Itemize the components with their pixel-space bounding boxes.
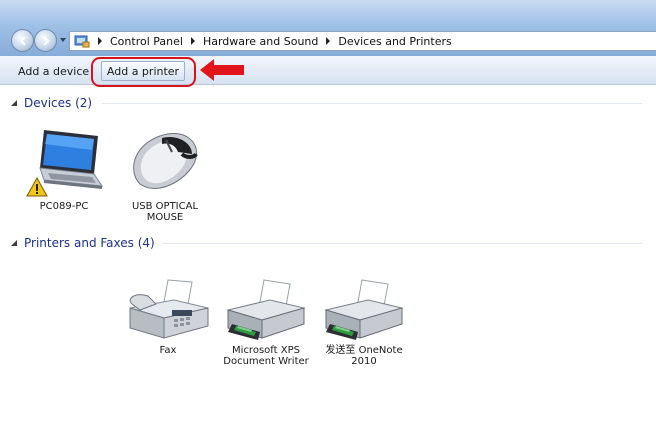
- group-divider: [102, 103, 642, 104]
- breadcrumb-separator-icon[interactable]: [93, 35, 107, 47]
- collapse-triangle-icon[interactable]: [10, 239, 18, 247]
- printer-item-onenote[interactable]: 发送至 OneNote 2010: [318, 278, 410, 367]
- device-label: PC089-PC: [39, 201, 89, 212]
- printer-item-xps[interactable]: Microsoft XPS Document Writer: [220, 278, 312, 367]
- back-button[interactable]: [11, 29, 34, 52]
- control-panel-icon: [74, 35, 90, 48]
- annotation-highlight-box: [91, 57, 196, 87]
- printer-label: 发送至 OneNote 2010: [325, 345, 403, 367]
- printer-icon: [226, 279, 306, 340]
- devices-group-header[interactable]: Devices (2): [10, 95, 92, 111]
- printer-label: Fax: [159, 345, 177, 356]
- breadcrumb-hardware-and-sound[interactable]: Hardware and Sound: [200, 35, 321, 48]
- collapse-triangle-icon[interactable]: [10, 99, 18, 107]
- breadcrumb-separator-icon[interactable]: [186, 35, 200, 47]
- back-arrow-icon: [19, 35, 26, 46]
- breadcrumb-devices-and-printers[interactable]: Devices and Printers: [335, 35, 454, 48]
- add-device-button[interactable]: Add a device: [18, 61, 89, 81]
- mouse-icon: [133, 133, 198, 189]
- forward-button[interactable]: [34, 29, 57, 52]
- device-label: USB OPTICAL MOUSE: [131, 201, 199, 223]
- fax-icon: [129, 279, 209, 339]
- annotation-arrow-icon: [200, 59, 244, 81]
- device-item-pc[interactable]: PC089-PC: [22, 126, 106, 212]
- printer-item-fax[interactable]: Fax: [122, 278, 214, 356]
- title-bar: Control Panel Hardware and Sound Devices…: [0, 0, 656, 56]
- address-bar[interactable]: Control Panel Hardware and Sound Devices…: [69, 31, 656, 51]
- printer-label: Microsoft XPS Document Writer: [223, 345, 309, 367]
- forward-arrow-icon: [42, 35, 49, 46]
- printers-group-title: Printers and Faxes (4): [24, 236, 155, 250]
- breadcrumb-separator-icon[interactable]: [321, 35, 335, 47]
- group-divider: [162, 243, 642, 244]
- breadcrumb-control-panel[interactable]: Control Panel: [107, 35, 186, 48]
- recent-pages-dropdown-icon[interactable]: [59, 36, 67, 44]
- printers-group-header[interactable]: Printers and Faxes (4): [10, 235, 155, 251]
- devices-group-title: Devices (2): [24, 96, 93, 110]
- laptop-warning-icon: [26, 130, 104, 197]
- printer-icon: [324, 279, 404, 340]
- device-item-mouse[interactable]: USB OPTICAL MOUSE: [120, 124, 210, 223]
